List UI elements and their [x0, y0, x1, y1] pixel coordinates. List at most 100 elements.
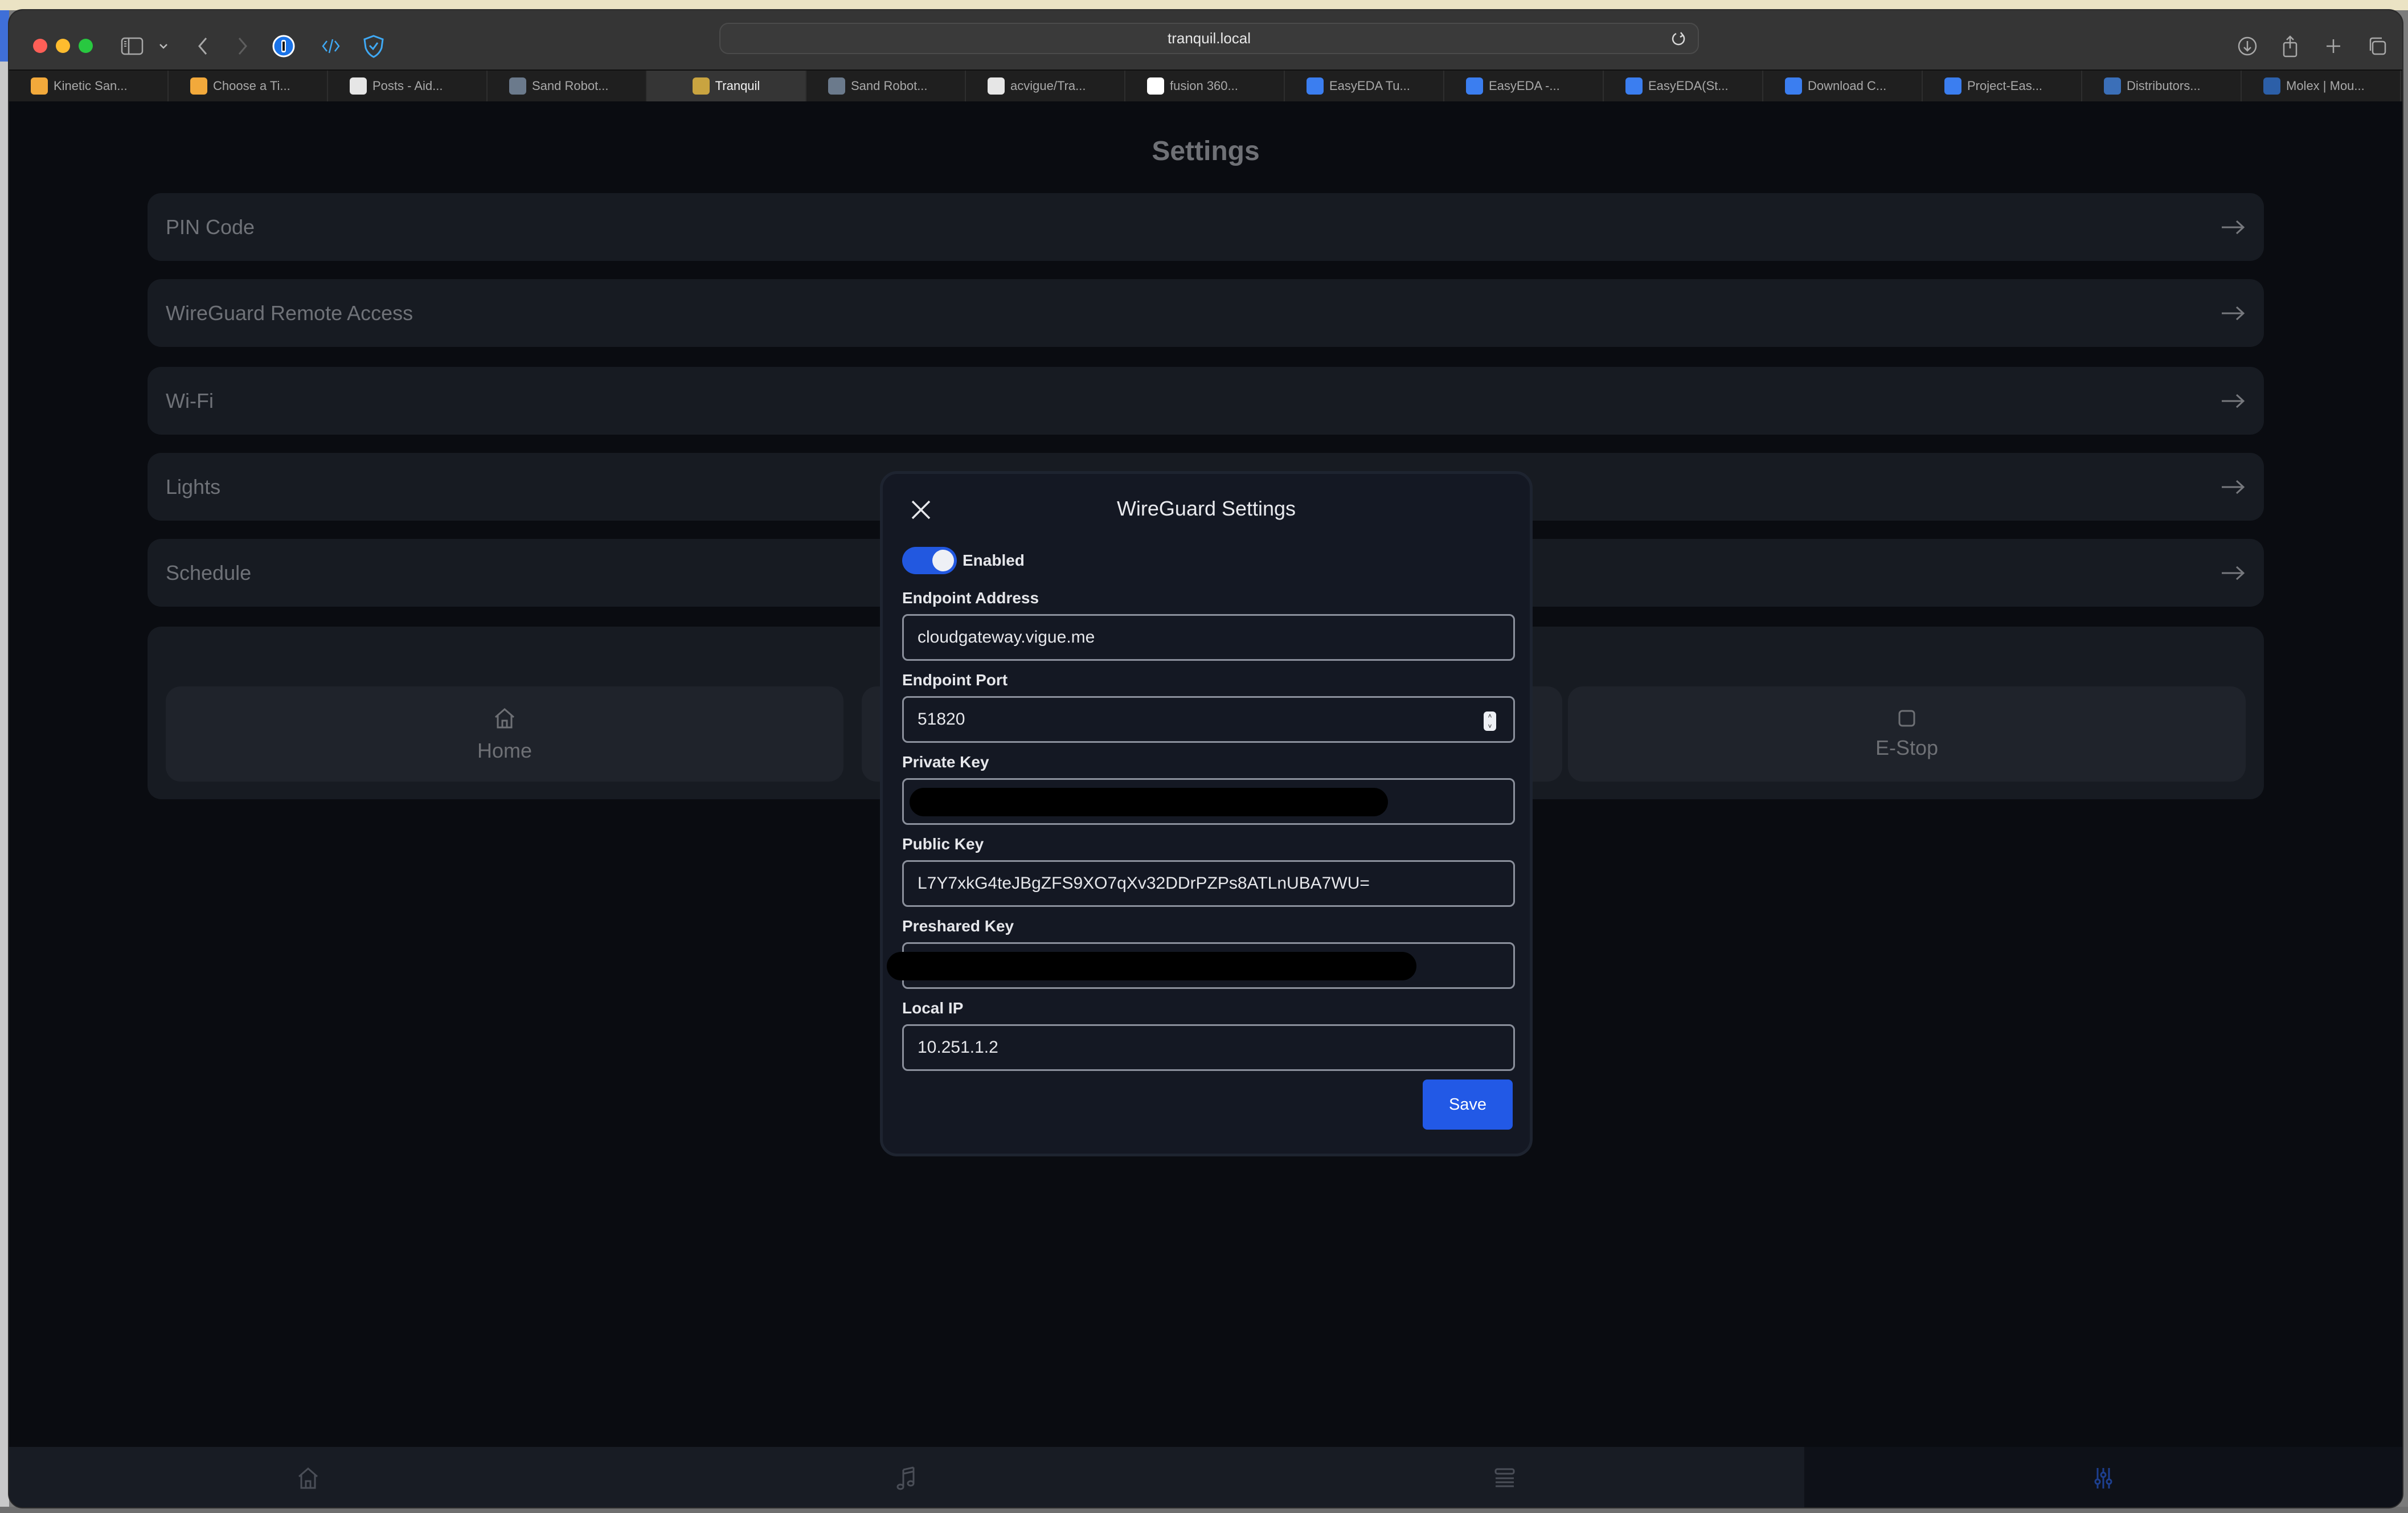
chevron-down-icon[interactable]: [158, 32, 169, 60]
sliders-icon: [2094, 1468, 2112, 1489]
nav-home[interactable]: [9, 1447, 608, 1507]
robot-favicon-icon: [31, 77, 48, 95]
endpoint-address-input[interactable]: [918, 628, 1464, 647]
tab-label: Posts - Aid...: [372, 79, 443, 93]
minimize-window-button[interactable]: [56, 39, 70, 53]
wireguard-settings-modal: WireGuard Settings Enabled Endpoint Addr…: [880, 471, 1533, 1156]
browser-tab[interactable]: Sand Robot...: [806, 71, 966, 101]
local-ip-input[interactable]: [918, 1038, 1464, 1057]
endpoint-port-input[interactable]: [918, 710, 1464, 729]
close-window-button[interactable]: [33, 39, 47, 53]
list-icon: [1494, 1468, 1515, 1487]
address-bar[interactable]: tranquil.local: [719, 23, 1699, 54]
settings-row-wifi[interactable]: Wi-Fi: [148, 367, 2264, 435]
public-key-input[interactable]: [918, 874, 1464, 893]
nav-playlist[interactable]: [1206, 1447, 1804, 1507]
forward-icon[interactable]: [237, 32, 248, 60]
tab-label: Download C...: [1808, 79, 1887, 93]
home-icon: [495, 708, 514, 728]
save-button[interactable]: Save: [1423, 1079, 1513, 1130]
browser-tab[interactable]: Distributors...: [2082, 71, 2242, 101]
redaction-scribble: [910, 788, 1388, 816]
arrow-right-icon: [2222, 306, 2245, 320]
easyeda-favicon-icon: [1944, 77, 1961, 95]
port-stepper[interactable]: ˄ ˅: [1484, 711, 1496, 731]
tab-label: Project-Eas...: [1967, 79, 2043, 93]
browser-tab[interactable]: EasyEDA Tu...: [1285, 71, 1444, 101]
password-manager-icon[interactable]: [272, 32, 295, 60]
tab-label: Molex | Mou...: [2286, 79, 2365, 93]
mouser-favicon-icon: [2263, 77, 2280, 95]
settings-row-pin-code[interactable]: PIN Code: [148, 193, 2264, 261]
row-label: Schedule: [166, 561, 252, 584]
url-text[interactable]: tranquil.local: [720, 24, 1698, 53]
browser-tab[interactable]: Project-Eas...: [1923, 71, 2082, 101]
enabled-toggle-row: Enabled: [902, 547, 1025, 574]
downloads-icon[interactable]: [2237, 32, 2258, 60]
home-button[interactable]: Home: [166, 686, 843, 782]
estop-button-label: E-Stop: [1875, 735, 1939, 759]
browser-tab[interactable]: EasyEDA -...: [1444, 71, 1604, 101]
preshared-key-label: Preshared Key: [902, 917, 1014, 935]
google-favicon-icon: [1147, 77, 1164, 95]
browser-tab[interactable]: Download C...: [1763, 71, 1923, 101]
enabled-toggle[interactable]: [902, 547, 957, 574]
robot-favicon-icon: [190, 77, 207, 95]
row-label: WireGuard Remote Access: [166, 301, 413, 325]
easyeda-favicon-icon: [1625, 77, 1643, 95]
arrow-right-icon: [2222, 394, 2245, 408]
browser-tab[interactable]: Choose a Ti...: [169, 71, 328, 101]
reload-icon[interactable]: [1670, 30, 1688, 47]
browser-tab[interactable]: Tranquil: [647, 71, 806, 101]
local-ip-field[interactable]: [902, 1024, 1515, 1071]
new-tab-icon[interactable]: [2325, 32, 2342, 60]
endpoint-address-field[interactable]: [902, 614, 1515, 661]
browser-toolbar: tranquil.local: [9, 10, 2402, 69]
developer-tools-icon[interactable]: [321, 32, 341, 60]
tab-label: Distributors...: [2127, 79, 2201, 93]
arrow-right-icon: [2222, 566, 2245, 580]
lotus-favicon-icon: [692, 77, 710, 95]
estop-button[interactable]: E-Stop: [1568, 686, 2246, 782]
row-label: Lights: [166, 475, 221, 498]
share-icon[interactable]: [2282, 32, 2299, 60]
settings-row-wireguard[interactable]: WireGuard Remote Access: [148, 279, 2264, 347]
toggle-knob: [932, 550, 954, 571]
easyeda-favicon-icon: [1307, 77, 1324, 95]
tab-label: Choose a Ti...: [213, 79, 290, 93]
endpoint-port-field[interactable]: ˄˅: [902, 696, 1515, 743]
browser-tab[interactable]: Sand Robot...: [488, 71, 647, 101]
arrow-right-icon: [2222, 480, 2245, 494]
local-ip-label: Local IP: [902, 999, 964, 1017]
tab-label: Tranquil: [715, 79, 760, 93]
modal-title: WireGuard Settings: [1116, 497, 1296, 520]
endpoint-port-label: Endpoint Port: [902, 671, 1008, 689]
browser-tab[interactable]: Posts - Aid...: [328, 71, 488, 101]
sidebar-toggle-icon[interactable]: [121, 32, 144, 60]
shield-check-icon[interactable]: [362, 32, 385, 60]
row-label: PIN Code: [166, 215, 255, 239]
tab-overview-icon[interactable]: [2367, 32, 2387, 60]
public-key-field[interactable]: [902, 860, 1515, 907]
back-icon[interactable]: [197, 32, 208, 60]
preshared-key-field[interactable]: [887, 942, 1515, 989]
nav-music[interactable]: [608, 1447, 1206, 1507]
arrow-right-icon: [2222, 220, 2245, 234]
home-button-label: Home: [477, 738, 533, 762]
nav-settings[interactable]: [1804, 1447, 2402, 1507]
photo-favicon-icon: [509, 77, 526, 95]
browser-tab[interactable]: Molex | Mou...: [2242, 71, 2401, 101]
browser-tab[interactable]: acvigue/Tra...: [966, 71, 1125, 101]
tab-bar: Kinetic San... Choose a Ti... Posts - Aid.…: [9, 69, 2402, 101]
redaction-scribble: [887, 952, 1416, 980]
public-key-label: Public Key: [902, 835, 984, 853]
zoom-window-button[interactable]: [79, 39, 93, 53]
browser-window: tranquil.local Kinetic San... Choose a Ti…: [8, 9, 2403, 1508]
browser-tab[interactable]: EasyEDA(St...: [1604, 71, 1763, 101]
enabled-label: Enabled: [963, 551, 1025, 569]
browser-tab[interactable]: fusion 360...: [1125, 71, 1285, 101]
stop-square-icon: [1898, 710, 1915, 726]
browser-tab[interactable]: Kinetic San...: [9, 71, 169, 101]
tab-label: Kinetic San...: [54, 79, 128, 93]
private-key-field[interactable]: [902, 778, 1515, 825]
